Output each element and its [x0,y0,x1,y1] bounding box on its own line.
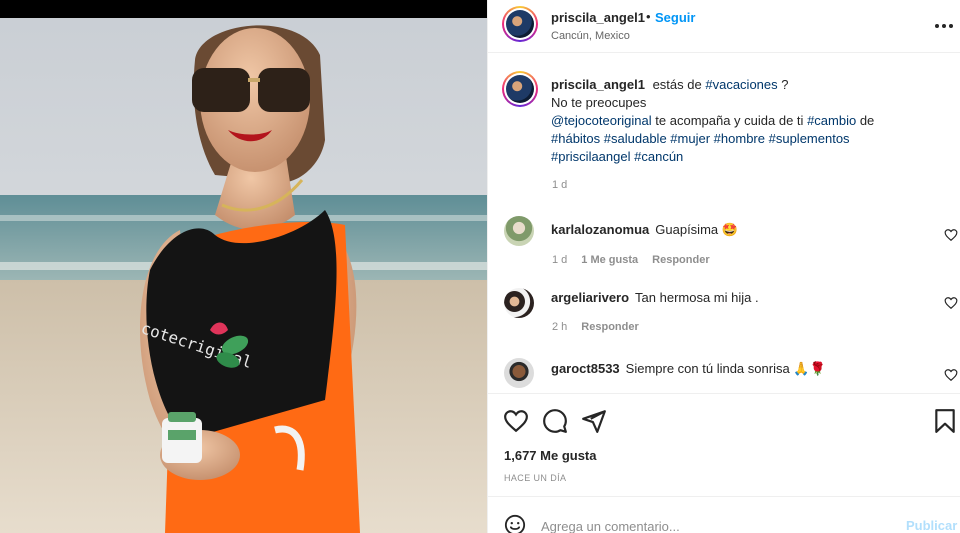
caption-author-avatar[interactable] [502,71,538,107]
like-comment-heart-icon[interactable] [944,296,958,310]
avatar-inner [504,73,536,105]
caption-username[interactable]: priscila_angel1 [551,77,645,92]
post-date[interactable]: HACE UN DÍA [504,473,566,483]
heart-icon[interactable] [503,408,529,434]
hashtag-link[interactable]: #suplementos [769,131,850,146]
caption-text: No te preocupes [551,95,647,110]
post-caption: priscila_angel1 estás de #vacaciones ? N… [551,76,946,166]
comment-time[interactable]: 2 h [552,321,567,333]
post-image: cotecriginal [0,0,487,533]
comment-body: argeliarivero Tan hermosa mi hija . [551,290,759,305]
caption-timestamp[interactable]: 1 d [552,179,567,191]
caption-text: ? [781,77,789,92]
comment-likes[interactable]: 1 Me gusta [581,254,638,266]
separator-dot: • [646,9,651,24]
hashtag-link[interactable]: #cancún [634,149,683,164]
commenter-username[interactable]: garoct8533 [551,361,620,376]
follow-button[interactable]: Seguir [655,10,695,25]
comment-meta: 2 h Responder [552,321,653,333]
hashtag-link[interactable]: #hombre [714,131,765,146]
comment-text: Siempre con tú linda sonrisa 🙏🌹 [625,361,826,376]
likes-count[interactable]: 1,677 Me gusta [504,448,597,463]
post-details-panel: priscila_angel1 • Seguir Cancún, Mexico … [487,0,960,533]
avatar-picture [506,75,534,103]
comment-meta: 1 d 1 Me gusta Responder [552,254,724,266]
author-avatar[interactable] [502,6,538,42]
hashtag-link[interactable]: #priscilaangel [551,149,631,164]
like-comment-heart-icon[interactable] [944,228,958,242]
caption-text: de [859,113,875,128]
reply-button[interactable]: Responder [581,321,638,333]
comment-icon[interactable] [542,408,568,434]
comment-item: garoct8533 Siempre con tú linda sonrisa 🙏… [488,356,960,392]
post-actions-bar [488,393,960,433]
commenter-username[interactable]: karlalozanomua [551,222,649,237]
commenter-username[interactable]: argeliarivero [551,290,629,305]
share-icon[interactable] [581,408,607,434]
comments-list[interactable]: priscila_angel1 estás de #vacaciones ? N… [488,54,960,392]
caption-text: estás de [652,77,702,92]
comment-body: garoct8533 Siempre con tú linda sonrisa 🙏… [551,361,826,377]
more-horizontal-icon[interactable] [934,16,954,36]
publish-button[interactable]: Publicar [906,518,957,533]
bookmark-icon[interactable] [932,408,958,434]
add-comment-bar: Publicar [488,496,960,533]
commenter-avatar[interactable] [504,358,534,388]
mention-link[interactable]: @tejocoteoriginal [551,113,652,128]
comment-item: argeliarivero Tan hermosa mi hija . 2 h Re… [488,286,960,346]
hashtag-link[interactable]: #hábitos [551,131,600,146]
comment-item: karlalozanomua Guapísima 🤩 1 d 1 Me gusta R… [488,214,960,274]
caption-text: te acompaña y cuida de ti [655,113,804,128]
commenter-avatar[interactable] [504,288,534,318]
comment-input[interactable] [541,517,881,533]
post-photo[interactable]: cotecriginal [0,0,487,533]
hashtag-link[interactable]: #saludable [604,131,667,146]
photo-top-bar [0,0,487,18]
reply-button[interactable]: Responder [652,254,709,266]
hashtag-link[interactable]: #mujer [670,131,710,146]
like-comment-heart-icon[interactable] [944,368,958,382]
post-location[interactable]: Cancún, Mexico [551,30,630,42]
hashtag-link[interactable]: #cambio [807,113,856,128]
comment-body: karlalozanomua Guapísima 🤩 [551,222,738,238]
post-header: priscila_angel1 • Seguir Cancún, Mexico [488,0,960,53]
avatar-picture [506,10,534,38]
author-username[interactable]: priscila_angel1 [551,10,645,25]
comment-text: Guapísima 🤩 [655,222,738,237]
comment-text: Tan hermosa mi hija . [635,290,759,305]
commenter-avatar[interactable] [504,216,534,246]
hashtag-link[interactable]: #vacaciones [705,77,777,92]
comment-time[interactable]: 1 d [552,254,567,266]
avatar-inner [504,8,536,40]
emoji-icon[interactable] [504,514,526,533]
